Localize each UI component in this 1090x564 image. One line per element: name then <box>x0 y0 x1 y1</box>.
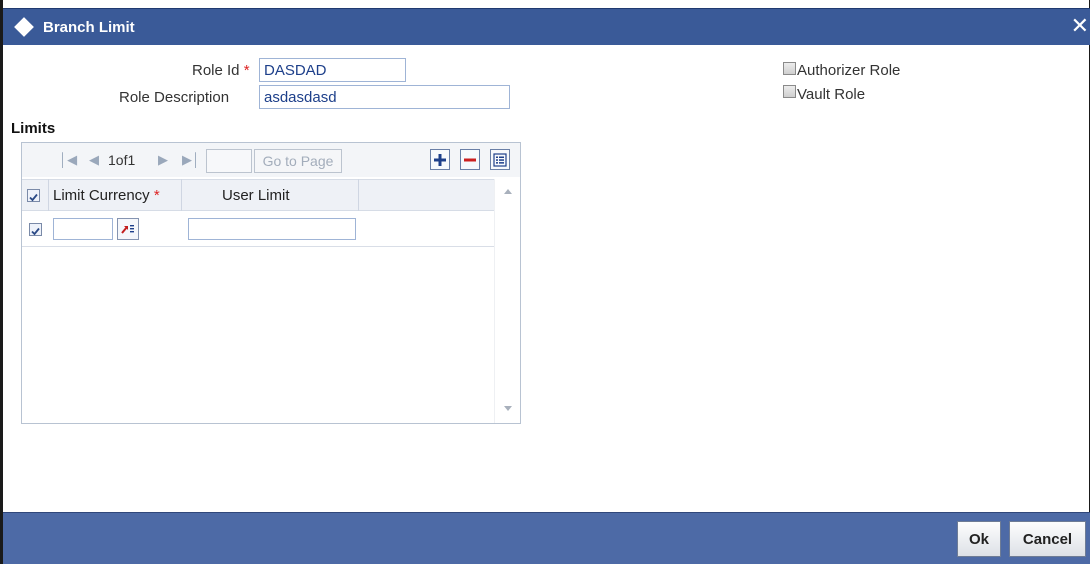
title-bar: Branch Limit ✕ <box>3 8 1090 45</box>
user-limit-column-header: User Limit <box>222 187 290 204</box>
role-description-input[interactable] <box>259 85 510 109</box>
limit-currency-input[interactable] <box>53 218 113 240</box>
vault-role-label: Vault Role <box>797 86 866 103</box>
column-separator <box>181 179 182 211</box>
row-select-checkbox[interactable] <box>29 223 42 236</box>
column-separator <box>358 179 359 211</box>
first-page-icon[interactable]: │◀ <box>59 152 77 168</box>
page-indicator: 1of1 <box>108 152 136 168</box>
footer-bar: Ok Cancel <box>3 512 1090 564</box>
role-description-label: Role Description <box>119 89 230 106</box>
checkbox-checked-icon <box>29 193 38 202</box>
checkbox-checked-icon <box>31 227 40 236</box>
grid-scrollbar[interactable] <box>494 179 520 423</box>
vault-role-checkbox[interactable] <box>783 85 796 98</box>
go-to-page-button[interactable]: Go to Page <box>254 149 342 173</box>
limits-grid: │◀ ◀ 1of1 ▶ ▶│ Go to Page Limit Currency… <box>21 142 521 424</box>
select-all-checkbox[interactable] <box>27 189 40 202</box>
role-id-label: Role Id * <box>192 62 250 79</box>
limit-currency-header-text: Limit Currency <box>53 187 150 204</box>
diamond-icon <box>14 17 34 37</box>
cancel-button[interactable]: Cancel <box>1009 521 1086 557</box>
authorizer-role-checkbox[interactable] <box>783 62 796 75</box>
prev-page-icon[interactable]: ◀ <box>89 152 99 168</box>
grid-header: Limit Currency * User Limit <box>22 179 494 211</box>
required-mark: * <box>243 62 250 79</box>
limits-section-title: Limits <box>11 120 56 137</box>
delete-row-icon[interactable] <box>460 149 480 170</box>
grid-pager: │◀ ◀ 1of1 ▶ ▶│ Go to Page <box>22 143 520 177</box>
scroll-up-icon[interactable] <box>503 187 513 195</box>
column-separator <box>48 179 49 211</box>
add-row-icon[interactable] <box>430 149 450 170</box>
user-limit-input[interactable] <box>188 218 356 240</box>
scroll-down-icon[interactable] <box>503 405 513 413</box>
next-page-icon[interactable]: ▶ <box>158 152 168 168</box>
role-id-input[interactable] <box>259 58 406 82</box>
table-row <box>22 211 494 247</box>
page-number-input[interactable] <box>206 149 252 173</box>
role-id-label-text: Role Id <box>192 62 240 79</box>
ok-button[interactable]: Ok <box>957 521 1001 557</box>
close-icon[interactable]: ✕ <box>1071 15 1089 37</box>
limit-currency-column-header: Limit Currency * <box>53 180 160 211</box>
lov-icon <box>121 225 134 234</box>
single-view-icon[interactable] <box>490 149 510 170</box>
required-mark: * <box>153 187 160 204</box>
window-title: Branch Limit <box>43 18 135 36</box>
lov-button[interactable] <box>117 218 139 240</box>
authorizer-role-label: Authorizer Role <box>797 62 901 79</box>
branch-limit-window: Branch Limit ✕ Role Id * Role Descriptio… <box>0 0 1090 564</box>
last-page-icon[interactable]: ▶│ <box>182 152 200 168</box>
